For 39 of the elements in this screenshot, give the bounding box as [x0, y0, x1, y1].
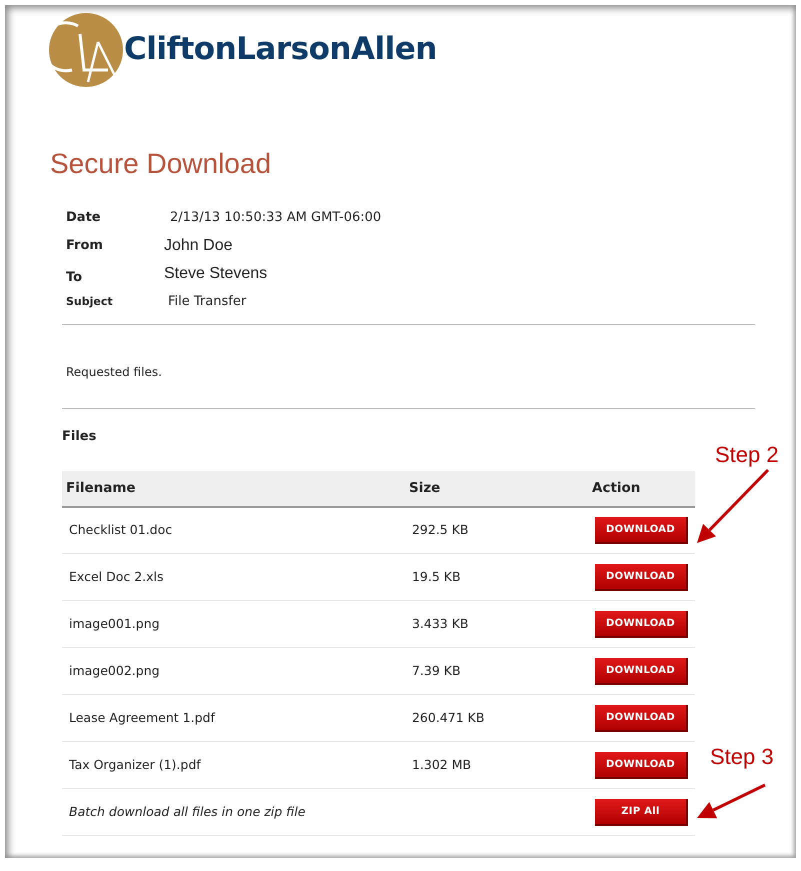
logo-text: CliftonLarsonAllen	[124, 30, 437, 70]
table-cell: 1.302 MB	[404, 742, 588, 788]
section-heading: Files	[62, 428, 98, 446]
field-label: Date	[66, 209, 102, 228]
column-header: Action	[588, 470, 695, 506]
table-cell: Batch download all files in one zip file	[62, 788, 588, 836]
download-button[interactable]: DOWNLOAD	[595, 610, 688, 638]
table-cell: Tax Organizer (1).pdf	[62, 742, 405, 788]
field-label: From	[66, 237, 104, 256]
page-title: Secure Download	[50, 150, 272, 178]
arrow	[697, 784, 766, 818]
message-text: Requested files.	[65, 364, 163, 381]
table-cell: 260.471 KB	[404, 694, 588, 742]
annotation-text: Step 2	[715, 441, 779, 469]
field-value: John Doe	[164, 236, 232, 256]
table-cell: 3.433 KB	[404, 600, 588, 648]
field-label: To	[66, 269, 84, 288]
field-value: Steve Stevens	[164, 264, 268, 284]
zip-all-button[interactable]: ZIP All	[595, 798, 688, 826]
download-button[interactable]: DOWNLOAD	[595, 564, 688, 590]
table-cell: image002.png	[62, 648, 405, 694]
download-button[interactable]: DOWNLOAD	[595, 516, 688, 544]
field-label: Subject	[66, 294, 114, 310]
table-cell: Excel Doc 2.xls	[62, 554, 405, 600]
logo-icon	[48, 12, 124, 88]
download-button[interactable]: DOWNLOAD	[595, 658, 688, 684]
annotation-text: Step 3	[710, 743, 774, 771]
table-cell: 7.39 KB	[404, 648, 588, 694]
table-cell: image001.png	[62, 600, 405, 648]
column-header: Filename	[62, 470, 405, 506]
download-button[interactable]: DOWNLOAD	[595, 704, 688, 732]
table-cell: Checklist 01.doc	[62, 506, 405, 554]
field-value: File Transfer	[168, 293, 246, 312]
field-value: 2/13/13 10:50:33 AM GMT-06:00	[170, 209, 382, 228]
download-button[interactable]: DOWNLOAD	[595, 752, 688, 778]
column-header: Size	[404, 470, 588, 506]
table-cell: Lease Agreement 1.pdf	[62, 694, 405, 742]
table-cell: 19.5 KB	[404, 554, 588, 600]
table-cell: 292.5 KB	[404, 506, 588, 554]
